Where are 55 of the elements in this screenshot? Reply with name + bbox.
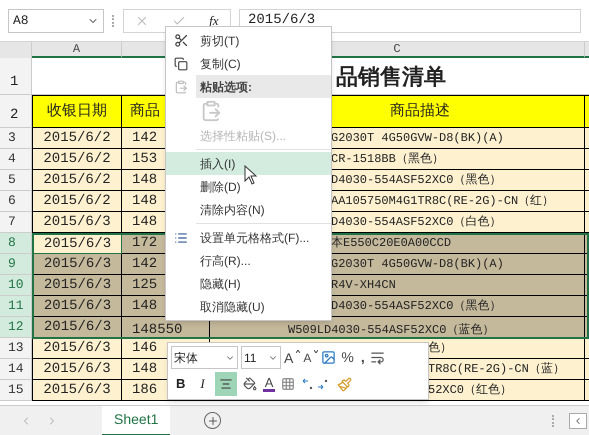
row-header[interactable]: 10: [0, 275, 32, 296]
column-header[interactable]: A: [32, 42, 122, 58]
table-cell: 2015/6/2: [32, 170, 122, 191]
fill-color-icon[interactable]: [242, 377, 257, 391]
name-box[interactable]: A8: [8, 8, 104, 32]
sheet-title: 品销售清单: [336, 62, 446, 90]
plus-icon: [206, 414, 219, 426]
row-header[interactable]: 13: [0, 338, 32, 359]
row-header[interactable]: 11: [0, 296, 32, 317]
row-header[interactable]: 7: [0, 212, 32, 233]
format-cells-icon: [174, 230, 188, 244]
font-color-button[interactable]: A: [262, 376, 276, 392]
table-cell: 2015/6/3: [32, 380, 122, 401]
mouse-pointer-icon: [244, 165, 258, 186]
table-cell: 2015/6/3: [32, 275, 122, 296]
font-select[interactable]: 宋体: [171, 346, 238, 369]
grip-icon: [112, 14, 115, 26]
wrap-icon[interactable]: [370, 350, 385, 365]
row-header[interactable]: 8: [0, 233, 32, 254]
caret-down-icon: [314, 350, 318, 353]
table-cell: 2015/6/3: [32, 296, 122, 317]
clipboard-icon: [174, 80, 188, 94]
borders-icon[interactable]: [281, 377, 296, 391]
row-header[interactable]: 2: [0, 95, 32, 128]
table-cell: 2015/6/2: [32, 128, 122, 149]
align-center-button[interactable]: [214, 372, 237, 396]
table-cell: 2015/6/3: [32, 254, 122, 275]
add-sheet-button[interactable]: [204, 412, 222, 429]
scissors-icon: [174, 33, 188, 48]
row-header[interactable]: 6: [0, 191, 32, 212]
row-header[interactable]: 12: [0, 317, 32, 338]
table-cell: 2015/6/3: [32, 359, 122, 380]
sheet-tab[interactable]: Sheet1: [102, 406, 170, 435]
paste-options-header: 粘贴选项:: [196, 75, 331, 98]
row-header[interactable]: 9: [0, 254, 32, 275]
table-cell: 2015/6/2: [32, 191, 122, 212]
table-cell: 2015/6/3: [32, 212, 122, 233]
table-header-cell: 收银日期: [32, 95, 122, 128]
row-header[interactable]: 3: [0, 128, 32, 149]
format-painter-icon[interactable]: [337, 376, 352, 392]
table-cell: 2015/6/3: [32, 338, 122, 359]
align-center-icon: [218, 377, 233, 391]
scroll-left-button[interactable]: [569, 412, 587, 428]
table-cell: 2015/6/3: [32, 317, 122, 338]
row-header[interactable]: 14: [0, 359, 32, 380]
table-cell: 2015/6/2: [32, 149, 122, 170]
copy-icon: [174, 56, 188, 70]
menu-item[interactable]: 插入(I): [166, 152, 331, 175]
grip-icon: [552, 414, 555, 426]
row-header[interactable]: 4: [0, 149, 32, 170]
row-header[interactable]: 1: [0, 58, 32, 94]
row-header[interactable]: 5: [0, 170, 32, 191]
caret-up-icon: [296, 350, 300, 353]
row-header[interactable]: 15: [0, 380, 32, 401]
font-size-select[interactable]: 11: [241, 346, 281, 369]
